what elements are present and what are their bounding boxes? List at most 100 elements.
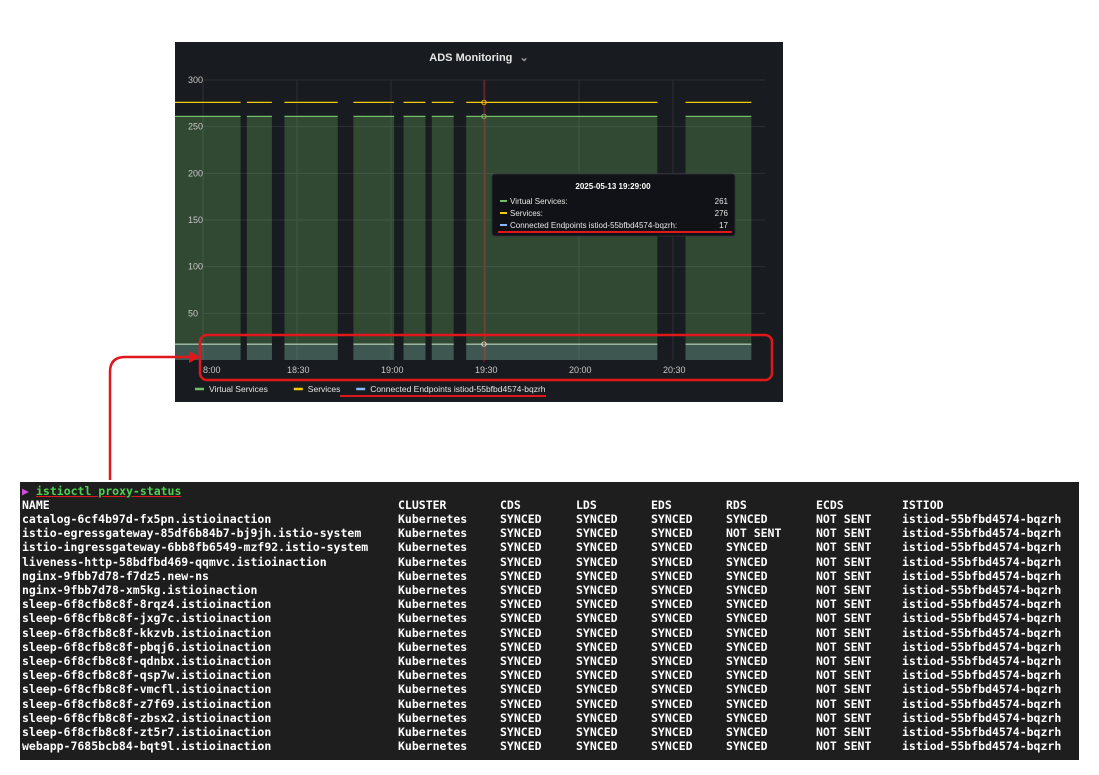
table-cell-lds: SYNCED — [576, 710, 618, 725]
connected-endpoints-area — [175, 344, 241, 360]
table-cell-ecds: NOT SENT — [816, 625, 872, 640]
table-cell-eds: SYNCED — [651, 639, 693, 654]
virtual-services-area — [175, 116, 241, 361]
x-tick-label: 20:30 — [663, 365, 686, 375]
table-cell-lds: SYNCED — [576, 668, 618, 683]
table-cell-ecds: NOT SENT — [816, 526, 872, 541]
x-tick-label: 8:00 — [203, 365, 221, 375]
table-cell-eds: SYNCED — [651, 668, 693, 683]
table-cell-name: sleep-6f8cfb8c8f-zbsx2.istioinaction — [22, 710, 272, 725]
table-cell-lds: SYNCED — [576, 654, 618, 668]
table-cell-eds: SYNCED — [651, 625, 693, 640]
table-cell-ecds: NOT SENT — [816, 512, 872, 526]
table-cell-rds: SYNCED — [726, 540, 768, 555]
x-tick-label: 20:00 — [569, 365, 592, 375]
table-cell-lds: SYNCED — [576, 725, 618, 739]
table-cell-ecds: NOT SENT — [816, 583, 872, 597]
table-cell-rds: SYNCED — [726, 554, 768, 569]
table-cell-name: sleep-6f8cfb8c8f-kkzvb.istioinaction — [22, 625, 272, 640]
table-cell-ecds: NOT SENT — [816, 654, 872, 668]
table-cell-cds: SYNCED — [500, 639, 542, 654]
table-cell-cds: SYNCED — [500, 526, 542, 541]
table-cell-istiod: istiod-55bfbd4574-bqzrh — [902, 639, 1062, 654]
table-cell-lds: SYNCED — [576, 554, 618, 569]
table-cell-lds: SYNCED — [576, 611, 618, 626]
table-cell-eds: SYNCED — [651, 554, 693, 569]
tooltip-series-value: 17 — [719, 221, 728, 230]
table-cell-rds: SYNCED — [726, 668, 768, 683]
table-cell-rds: SYNCED — [726, 739, 768, 754]
table-cell-eds: SYNCED — [651, 739, 693, 754]
table-cell-name: istio-egressgateway-85df6b84b7-bj9jh.ist… — [22, 526, 362, 541]
table-cell-cluster: Kubernetes — [398, 710, 468, 725]
table-cell-istiod: istiod-55bfbd4574-bqzrh — [902, 668, 1062, 683]
table-cell-istiod: istiod-55bfbd4574-bqzrh — [902, 725, 1062, 739]
y-tick-label: 250 — [188, 122, 203, 132]
connected-endpoints-area — [685, 344, 752, 360]
table-cell-cds: SYNCED — [500, 611, 542, 626]
table-cell-eds: SYNCED — [651, 696, 693, 711]
table-cell-istiod: istiod-55bfbd4574-bqzrh — [902, 583, 1062, 597]
table-cell-cds: SYNCED — [500, 625, 542, 640]
panel-title[interactable]: ADS Monitoring ⌄ — [429, 52, 528, 64]
table-cell-rds: SYNCED — [726, 654, 768, 668]
tooltip-series-value: 261 — [715, 197, 729, 206]
table-cell-rds: SYNCED — [726, 568, 768, 583]
table-cell-cds: SYNCED — [500, 540, 542, 555]
table-cell-eds: SYNCED — [651, 526, 693, 541]
table-cell-cluster: Kubernetes — [398, 682, 468, 697]
table-cell-cds: SYNCED — [500, 583, 542, 597]
table-cell-ecds: NOT SENT — [816, 639, 872, 654]
table-cell-ecds: NOT SENT — [816, 597, 872, 612]
table-cell-name: sleep-6f8cfb8c8f-vmcfl.istioinaction — [22, 682, 272, 697]
table-cell-name: sleep-6f8cfb8c8f-qdnbx.istioinaction — [22, 654, 272, 668]
table-cell-cds: SYNCED — [500, 597, 542, 612]
table-cell-lds: SYNCED — [576, 639, 618, 654]
table-cell-cluster: Kubernetes — [398, 568, 468, 583]
table-cell-eds: SYNCED — [651, 654, 693, 668]
table-cell-name: nginx-9fbb7d78-f7dz5.new-ns — [22, 568, 209, 583]
table-cell-lds: SYNCED — [576, 597, 618, 612]
table-cell-rds: SYNCED — [726, 611, 768, 626]
table-cell-rds: SYNCED — [726, 597, 768, 612]
table-cell-rds: SYNCED — [726, 725, 768, 739]
table-cell-rds: RDS — [726, 498, 747, 512]
table-cell-ecds: NOT SENT — [816, 540, 872, 555]
table-cell-cds: CDS — [500, 498, 521, 512]
table-cell-cds: SYNCED — [500, 739, 542, 754]
table-cell-cluster: Kubernetes — [398, 654, 468, 668]
table-cell-cds: SYNCED — [500, 682, 542, 697]
table-cell-name: nginx-9fbb7d78-xm5kg.istioinaction — [22, 583, 258, 597]
table-cell-cds: SYNCED — [500, 668, 542, 683]
table-cell-lds: SYNCED — [576, 512, 618, 526]
y-tick-label: 100 — [188, 262, 203, 272]
table-cell-cds: SYNCED — [500, 568, 542, 583]
svg-text:ADS Monitoring ⌄: ADS Monitoring ⌄ — [429, 52, 528, 64]
table-cell-eds: SYNCED — [651, 611, 693, 626]
table-cell-eds: SYNCED — [651, 682, 693, 697]
prompt-icon: ▶ — [22, 484, 29, 498]
virtual-services-area — [403, 116, 426, 361]
table-cell-istiod: ISTIOD — [902, 498, 944, 512]
table-cell-ecds: ECDS — [816, 498, 844, 512]
table-cell-cds: SYNCED — [500, 554, 542, 569]
table-cell-ecds: NOT SENT — [816, 710, 872, 725]
table-cell-ecds: NOT SENT — [816, 668, 872, 683]
table-cell-lds: LDS — [576, 498, 597, 512]
virtual-services-area — [685, 116, 752, 361]
table-cell-istiod: istiod-55bfbd4574-bqzrh — [902, 696, 1062, 711]
table-cell-name: webapp-7685bcb84-bqt9l.istioinaction — [22, 739, 272, 754]
chart-series-areas — [175, 116, 752, 361]
command-text: istioctl proxy-status — [36, 484, 182, 498]
table-cell-rds: SYNCED — [726, 682, 768, 697]
legend-item-label: Connected Endpoints istiod-55bfbd4574-bq… — [370, 384, 546, 394]
tooltip-series-label: Virtual Services: — [510, 197, 568, 206]
x-tick-label: 18:30 — [287, 365, 310, 375]
table-cell-name: sleep-6f8cfb8c8f-z7f69.istioinaction — [22, 696, 272, 711]
terminal-window[interactable]: ▶ istioctl proxy-status NAME CLUSTER CDS LD… — [20, 482, 1079, 760]
table-cell-rds: SYNCED — [726, 583, 768, 597]
y-tick-label: 50 — [188, 308, 198, 318]
table-cell-name: sleep-6f8cfb8c8f-jxg7c.istioinaction — [22, 611, 272, 626]
table-cell-rds: SYNCED — [726, 639, 768, 654]
table-cell-istiod: istiod-55bfbd4574-bqzrh — [902, 611, 1062, 626]
